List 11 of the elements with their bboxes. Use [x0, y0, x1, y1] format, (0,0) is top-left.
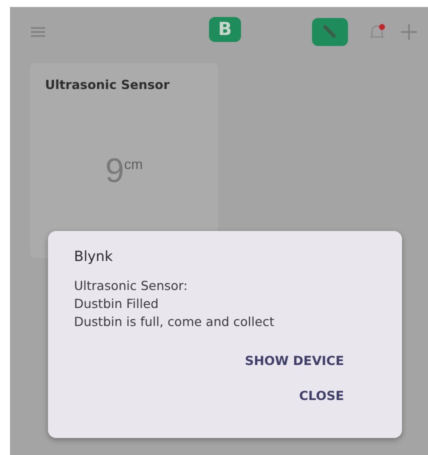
- menu-icon[interactable]: [30, 26, 46, 38]
- logo: B: [209, 17, 241, 42]
- dialog-button[interactable]: CLOSE: [299, 388, 344, 403]
- unit-label: cm: [124, 156, 143, 172]
- add-icon[interactable]: [400, 23, 418, 41]
- message-line: Dustbin is full, come and collect: [74, 313, 276, 331]
- message-line: Dustbin Filled: [74, 295, 160, 313]
- message-line: Ultrasonic Sensor:: [74, 277, 189, 295]
- dialog-button[interactable]: SHOW DEVICE: [244, 353, 344, 368]
- wrench-button[interactable]: [312, 18, 348, 46]
- widget-title: Ultrasonic Sensor: [45, 77, 170, 92]
